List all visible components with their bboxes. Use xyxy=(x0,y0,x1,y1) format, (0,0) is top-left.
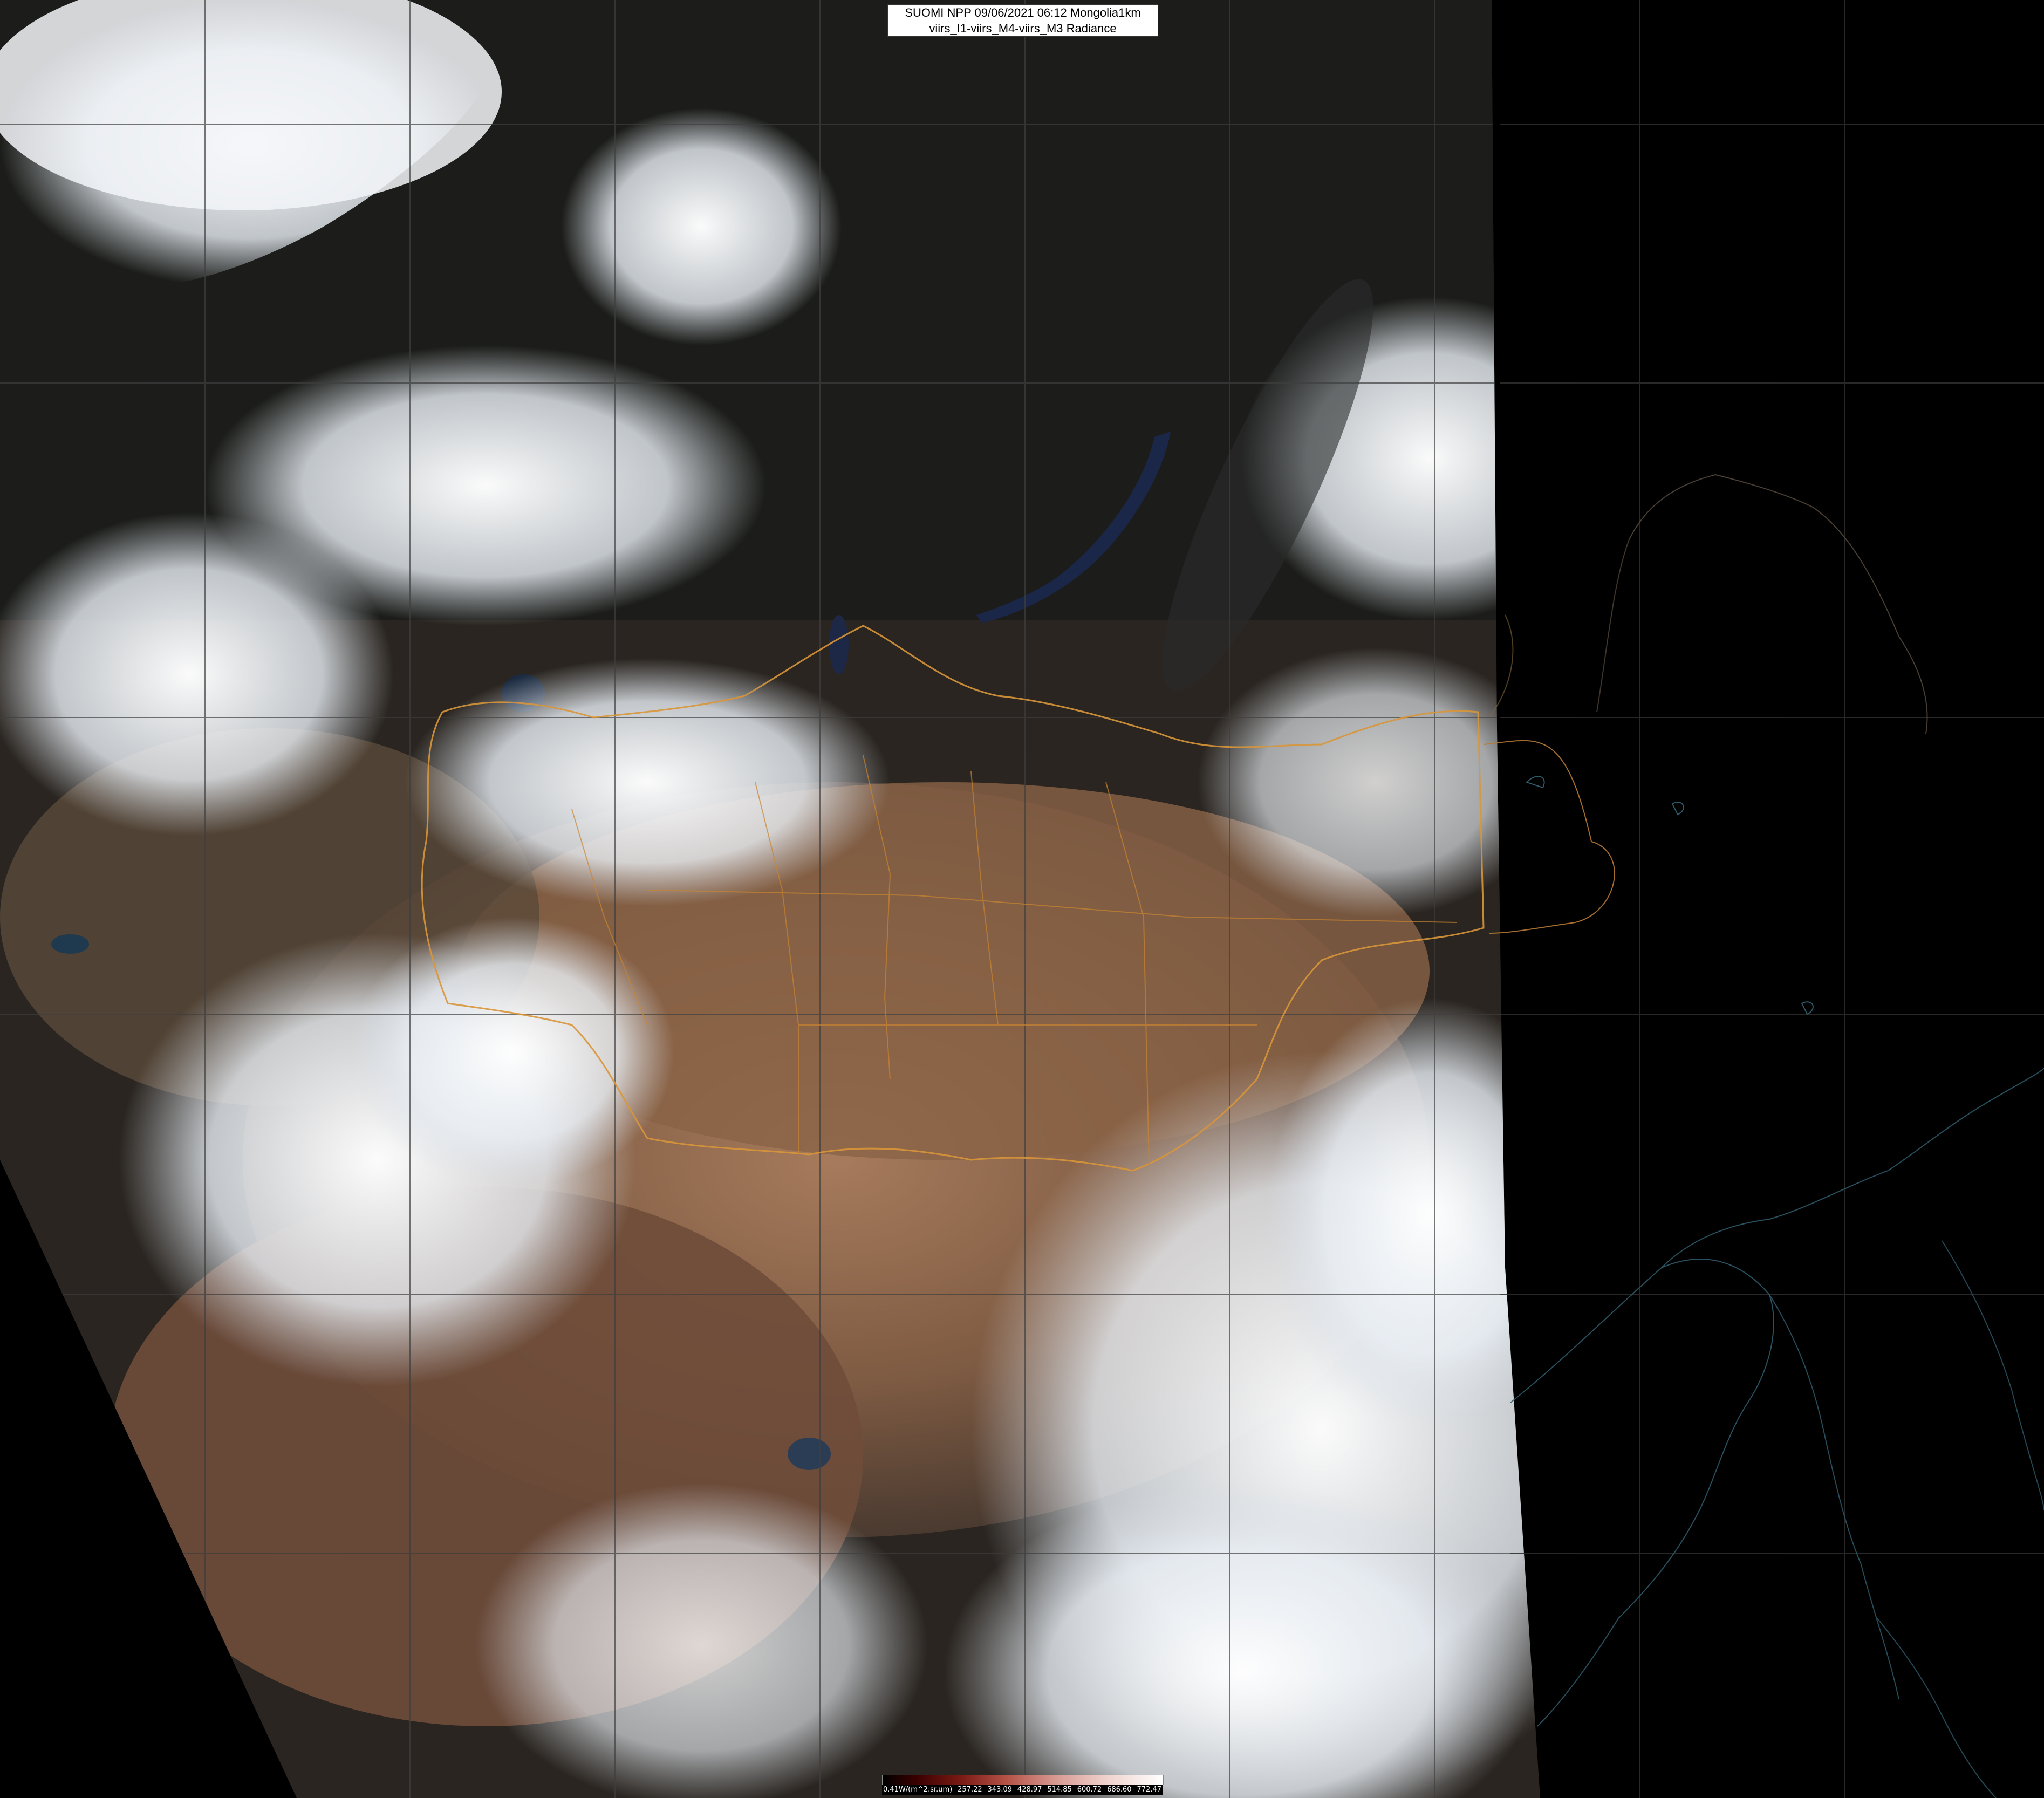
colorbar-label: 0.41W/(m^2.sr.um) xyxy=(883,1786,953,1794)
colorbar-label: 428.97 xyxy=(1017,1786,1042,1794)
colorbar-labels: 0.41W/(m^2.sr.um) 257.22 343.09 428.97 5… xyxy=(882,1785,1163,1795)
imagery-swath xyxy=(0,0,1540,1798)
title-line-1: SUOMI NPP 09/06/2021 06:12 Mongolia1km xyxy=(905,6,1141,19)
colorbar-label: 514.85 xyxy=(1047,1786,1072,1794)
satellite-image xyxy=(0,0,2044,1798)
colorbar-label: 257.22 xyxy=(958,1786,982,1794)
title-line-2: viirs_I1-viirs_M4-viirs_M3 Radiance xyxy=(929,22,1117,35)
colorbar-gradient xyxy=(882,1775,1164,1785)
colorbar-label: 772.47 xyxy=(1137,1786,1161,1794)
colorbar-label: 686.60 xyxy=(1107,1786,1132,1794)
colorbar-label: 600.72 xyxy=(1077,1786,1102,1794)
colorbar-legend: 0.41W/(m^2.sr.um) 257.22 343.09 428.97 5… xyxy=(882,1775,1164,1796)
image-title: SUOMI NPP 09/06/2021 06:12 Mongolia1km v… xyxy=(887,4,1158,37)
colorbar-label: 343.09 xyxy=(987,1786,1013,1794)
